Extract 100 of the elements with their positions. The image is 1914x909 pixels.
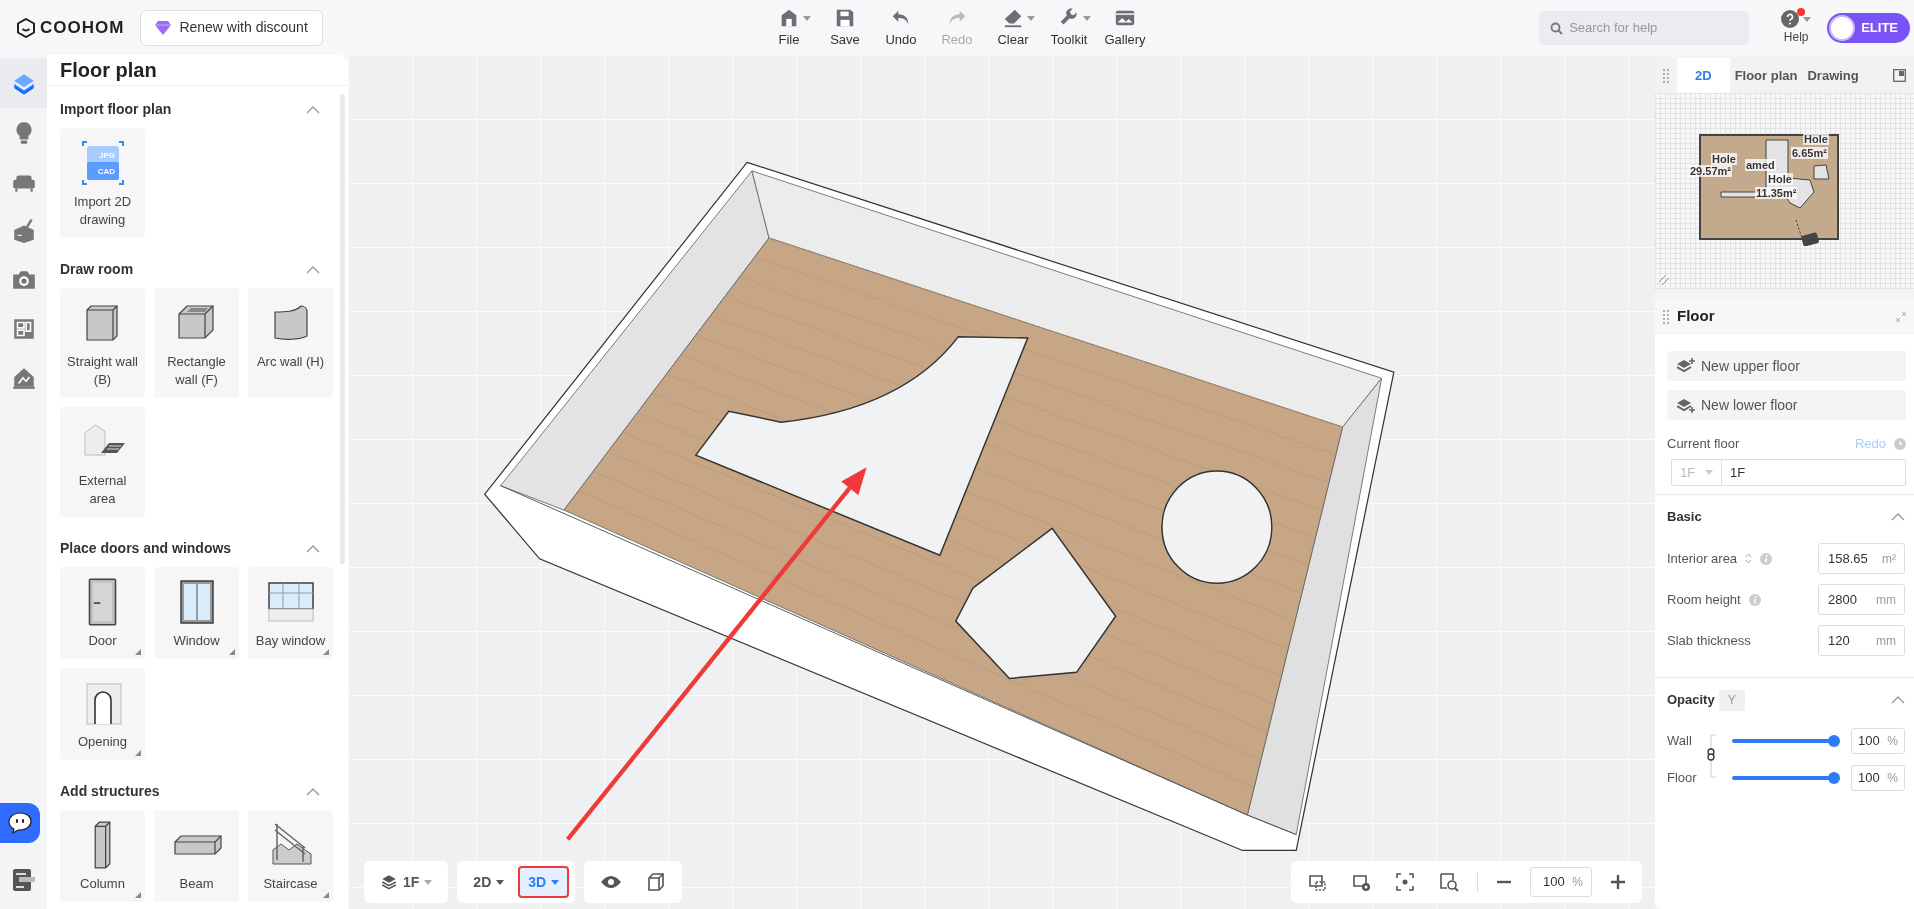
help-button[interactable]: Help [1781,9,1812,46]
tool-tile[interactable]: Window [154,567,239,659]
caret-icon [551,879,560,885]
expand-icon[interactable] [1896,311,1906,322]
room-label: Hole [1767,173,1793,185]
tool-tile[interactable]: Door [60,567,145,659]
view-tab[interactable]: 2D [1677,58,1730,93]
floor-button[interactable]: New lower floor [1667,390,1906,420]
value-field[interactable]: 100 % [1851,764,1905,791]
search-icon [1550,21,1564,35]
chevron-up-icon[interactable] [306,265,320,274]
room-label: 11.35m² [1755,187,1798,199]
help-icon [1781,9,1800,28]
chevron-up-icon[interactable] [306,787,320,796]
field-value: 120 [1828,631,1850,650]
slider-label: Wall [1667,731,1693,750]
panel-title: Floor plan [47,55,348,86]
value-field[interactable]: 100 % [1851,727,1905,754]
caret-icon [424,879,433,885]
sidebar-tab[interactable] [0,59,47,108]
file-type-label: JPG [98,151,115,160]
tool-tile[interactable]: Rectangle wall (F) [154,288,239,398]
caret-icon [803,16,811,22]
logo-icon [16,17,36,38]
field-value: 100 [1858,768,1880,787]
view-mode-tab[interactable]: 2D [463,866,515,898]
tool-tile[interactable]: Arc wall (H) [248,288,333,398]
link-bracket-icon[interactable] [1705,734,1717,778]
caret-icon [496,879,505,885]
toolbar-button[interactable]: Clear [987,5,1039,50]
tool-tile[interactable]: Opening [60,668,145,760]
section-title: Draw room [60,259,134,279]
room-label: 6.65m² [1791,147,1828,159]
chevron-up-icon[interactable] [1891,512,1905,521]
toolbar-button[interactable]: Undo [875,5,927,50]
panel-toggle-icon[interactable] [1893,69,1906,82]
section-title: Import floor plan [60,99,172,119]
room-label: amed [1745,159,1776,171]
field-value: 158.65 [1828,549,1868,568]
value-field[interactable]: 158.65 m² [1818,543,1905,574]
unit-label: m² [1882,550,1896,568]
clock-icon [1894,438,1906,450]
toolbar-button[interactable]: Gallery [1099,5,1151,50]
section-title: Add structures [60,781,160,801]
plan-badge[interactable]: ELITE [1827,12,1910,43]
tool-tile[interactable]: External area [60,407,145,517]
diamond-icon [155,20,172,35]
chevron-up-icon[interactable] [1891,696,1905,704]
tool-tile[interactable]: Column [60,810,145,902]
logo-text: COOHOM [40,16,125,39]
pillar-icon [93,820,112,870]
toolbar-button[interactable]: Save [819,5,871,50]
panel-title: Floor [1677,306,1715,327]
layers-plus-icon [1677,397,1695,413]
caret-icon [1705,470,1713,475]
tool-tile[interactable]: Staircase [248,810,333,902]
search-field[interactable]: Search for help [1539,10,1750,45]
slider-label: Floor [1667,768,1698,787]
chevron-up-icon[interactable] [306,544,320,553]
sort-icon[interactable] [1745,553,1753,564]
toolbar-button[interactable]: File [763,5,815,50]
value-field[interactable]: 2800 mm [1818,584,1905,615]
caret-icon [1027,16,1035,22]
zoom-value: 100 [1543,873,1565,892]
field-value: 100 [1858,731,1880,750]
section-title: Basic [1667,507,1702,526]
chat-button[interactable] [0,803,40,843]
section-title: Opacity [1667,691,1715,710]
floor-name-field[interactable]: 1F [1721,459,1906,486]
tool-tile[interactable]: Bay window [248,567,333,659]
drag-handle-icon[interactable] [1663,309,1669,324]
unit-label: % [1887,769,1898,787]
view-tab[interactable]: Floor plan [1729,58,1803,93]
field-label: Room height [1667,590,1741,609]
zoom-field[interactable]: 100 % [1530,867,1592,897]
layout-panel-icon[interactable] [10,867,37,893]
toolbar-button[interactable]: Toolkit [1043,5,1095,50]
field-label: Current floor [1667,435,1740,454]
layers-plus-icon [1677,358,1695,374]
tool-tile[interactable]: Beam [154,810,239,902]
resize-handle-icon[interactable] [1658,274,1670,286]
field-label: Slab thickness [1667,631,1751,650]
value-field[interactable]: 120 mm [1818,625,1905,656]
file-type-label: CAD [97,167,115,176]
unit-label: mm [1876,632,1896,650]
view-tab[interactable]: Drawing [1802,58,1864,93]
layers-icon [380,873,398,891]
floor-button[interactable]: New upper floor [1667,351,1906,381]
section-title: Place doors and windows [60,538,232,558]
unit-label: mm [1876,591,1896,609]
tool-tile[interactable]: Straight wall (B) [60,288,145,398]
room-label: Hole [1711,153,1737,165]
tool-tile[interactable]: JPG CAD Import 2D drawing [60,128,145,238]
caret-icon [1083,16,1091,22]
room-label: 29.57m² [1689,165,1732,177]
renew-button[interactable]: Renew with discount [140,9,323,46]
field-label: Interior area [1667,549,1738,568]
chevron-up-icon[interactable] [306,105,320,114]
drag-handle-icon[interactable] [1663,69,1669,84]
unit-label: % [1887,732,1898,750]
